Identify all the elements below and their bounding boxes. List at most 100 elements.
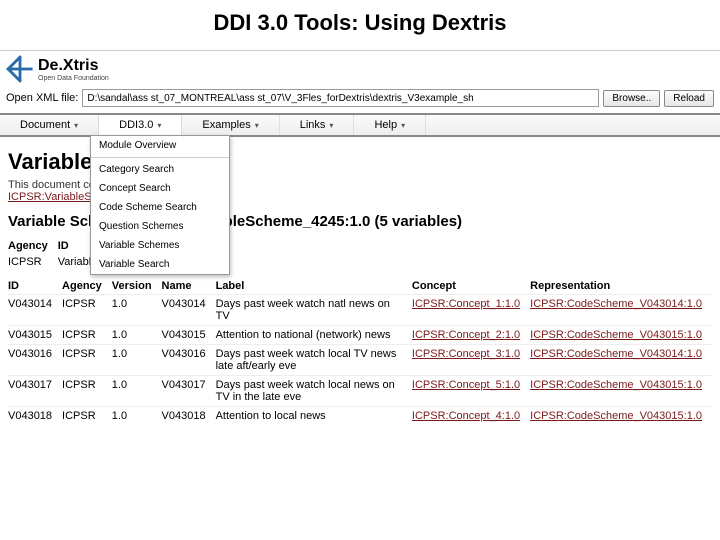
- dropdown-separator: [91, 157, 229, 158]
- cell-version: 1.0: [112, 295, 162, 326]
- col-name: Name: [162, 276, 216, 295]
- cell-agency: ICPSR: [62, 295, 112, 326]
- dropdown-item[interactable]: Module Overview: [91, 136, 229, 155]
- cell-label: Days past week watch local TV news late …: [216, 345, 412, 376]
- cell-concept: ICPSR:Concept_4:1.0: [412, 407, 530, 426]
- menu-label: Links: [300, 119, 326, 131]
- menu-ddi[interactable]: DDI3.0 ▾: [99, 115, 182, 137]
- cell-label: Days past week watch natl news on TV: [216, 295, 412, 326]
- col-version: Version: [112, 276, 162, 295]
- concept-link[interactable]: ICPSR:Concept_2:1.0: [412, 329, 520, 341]
- menu-label: Examples: [202, 119, 250, 131]
- table-header-row: ID Agency Version Name Label Concept Rep…: [8, 276, 712, 295]
- col-concept: Concept: [412, 276, 530, 295]
- app-name: De.Xtris: [38, 57, 109, 75]
- menu-examples[interactable]: Examples ▾: [182, 115, 279, 135]
- menu-links[interactable]: Links▾: [280, 115, 355, 135]
- cell-representation: ICPSR:CodeScheme_V043015:1.0: [530, 407, 712, 426]
- cell-representation: ICPSR:CodeScheme_V043014:1.0: [530, 295, 712, 326]
- doc-scheme-link[interactable]: ICPSR:VariableSch: [8, 191, 103, 203]
- app-window: De.Xtris Open Data Foundation Open XML f…: [0, 50, 720, 431]
- dropdown-item[interactable]: Code Scheme Search: [91, 198, 229, 217]
- cell-agency: ICPSR: [62, 376, 112, 407]
- dropdown-item[interactable]: Variable Schemes: [91, 236, 229, 255]
- cell-id: V043017: [8, 376, 62, 407]
- cell-id: V043014: [8, 295, 62, 326]
- slide-title: DDI 3.0 Tools: Using Dextris: [0, 0, 720, 50]
- chevron-down-icon: ▾: [74, 121, 78, 130]
- cell-id: V043016: [8, 345, 62, 376]
- menu-document[interactable]: Document ▾: [0, 115, 99, 135]
- dropdown-item[interactable]: Category Search: [91, 160, 229, 179]
- chevron-down-icon: ▾: [329, 121, 333, 130]
- cell-label: Attention to national (network) news: [216, 326, 412, 345]
- cell-concept: ICPSR:Concept_3:1.0: [412, 345, 530, 376]
- table-row: V043018ICPSR1.0V043018Attention to local…: [8, 407, 712, 426]
- cell-name: V043015: [162, 326, 216, 345]
- concept-link[interactable]: ICPSR:Concept_4:1.0: [412, 410, 520, 422]
- cell-label: Days past week watch local news on TV in…: [216, 376, 412, 407]
- cell-agency: ICPSR: [62, 326, 112, 345]
- col-label: Label: [216, 276, 412, 295]
- snowflake-icon: [6, 55, 34, 83]
- table-row: V043015ICPSR1.0V043015Attention to natio…: [8, 326, 712, 345]
- col-representation: Representation: [530, 276, 712, 295]
- cell-version: 1.0: [112, 376, 162, 407]
- menu-label: Document: [20, 119, 70, 131]
- cell-id: V043018: [8, 407, 62, 426]
- cell-name: V043016: [162, 345, 216, 376]
- scheme-heading-post: ableScheme_4245:1.0 (5 variables): [215, 213, 462, 230]
- chevron-down-icon: ▾: [255, 121, 259, 130]
- chevron-down-icon: ▾: [157, 121, 161, 130]
- variables-table: ID Agency Version Name Label Concept Rep…: [8, 276, 712, 425]
- cell-version: 1.0: [112, 407, 162, 426]
- representation-link[interactable]: ICPSR:CodeScheme_V043014:1.0: [530, 298, 702, 310]
- cell-representation: ICPSR:CodeScheme_V043015:1.0: [530, 326, 712, 345]
- doc-text-fragment: This document con: [8, 179, 101, 191]
- browse-button[interactable]: Browse..: [603, 90, 660, 107]
- cell-id: V043015: [8, 326, 62, 345]
- cell-name: V043014: [162, 295, 216, 326]
- scheme-heading-pre: Variable Sch: [8, 213, 97, 230]
- concept-link[interactable]: ICPSR:Concept_3:1.0: [412, 348, 520, 360]
- representation-link[interactable]: ICPSR:CodeScheme_V043015:1.0: [530, 410, 702, 422]
- col-id: ID: [8, 276, 62, 295]
- dropdown-menu: Module Overview Category Search Concept …: [90, 135, 230, 275]
- concept-link[interactable]: ICPSR:Concept_1:1.0: [412, 298, 520, 310]
- cell-agency: ICPSR: [62, 407, 112, 426]
- open-file-label: Open XML file:: [6, 92, 78, 104]
- cell-agency: ICPSR: [62, 345, 112, 376]
- cell-label: Attention to local news: [216, 407, 412, 426]
- cell-representation: ICPSR:CodeScheme_V043014:1.0: [530, 345, 712, 376]
- representation-link[interactable]: ICPSR:CodeScheme_V043015:1.0: [530, 379, 702, 391]
- chevron-down-icon: ▾: [401, 121, 405, 130]
- app-header: De.Xtris Open Data Foundation: [0, 51, 720, 87]
- menu-label: DDI3.0: [119, 119, 153, 131]
- menu-help[interactable]: Help ▾: [354, 115, 426, 135]
- menu-label: Help: [374, 119, 397, 131]
- table-row: V043014ICPSR1.0V043014Days past week wat…: [8, 295, 712, 326]
- col-agency: Agency: [8, 236, 58, 254]
- reload-button[interactable]: Reload: [664, 90, 714, 107]
- cell-name: V043018: [162, 407, 216, 426]
- cell-version: 1.0: [112, 326, 162, 345]
- representation-link[interactable]: ICPSR:CodeScheme_V043015:1.0: [530, 329, 702, 341]
- dropdown-item[interactable]: Question Schemes: [91, 217, 229, 236]
- concept-link[interactable]: ICPSR:Concept_5:1.0: [412, 379, 520, 391]
- cell-name: V043017: [162, 376, 216, 407]
- dropdown-item[interactable]: Concept Search: [91, 179, 229, 198]
- table-row: V043017ICPSR1.0V043017Days past week wat…: [8, 376, 712, 407]
- app-subtitle: Open Data Foundation: [38, 75, 109, 82]
- cell-representation: ICPSR:CodeScheme_V043015:1.0: [530, 376, 712, 407]
- cell-agency: ICPSR: [8, 254, 58, 270]
- file-path-input[interactable]: [82, 89, 599, 107]
- menu-bar: Document▾ DDI3.0▾ Examples▾ Links▾ Help▾…: [0, 115, 720, 137]
- col-agency: Agency: [62, 276, 112, 295]
- representation-link[interactable]: ICPSR:CodeScheme_V043014:1.0: [530, 348, 702, 360]
- open-file-row: Open XML file: Browse.. Reload: [0, 87, 720, 115]
- cell-concept: ICPSR:Concept_5:1.0: [412, 376, 530, 407]
- cell-concept: ICPSR:Concept_2:1.0: [412, 326, 530, 345]
- dropdown-item[interactable]: Variable Search: [91, 255, 229, 274]
- cell-concept: ICPSR:Concept_1:1.0: [412, 295, 530, 326]
- cell-version: 1.0: [112, 345, 162, 376]
